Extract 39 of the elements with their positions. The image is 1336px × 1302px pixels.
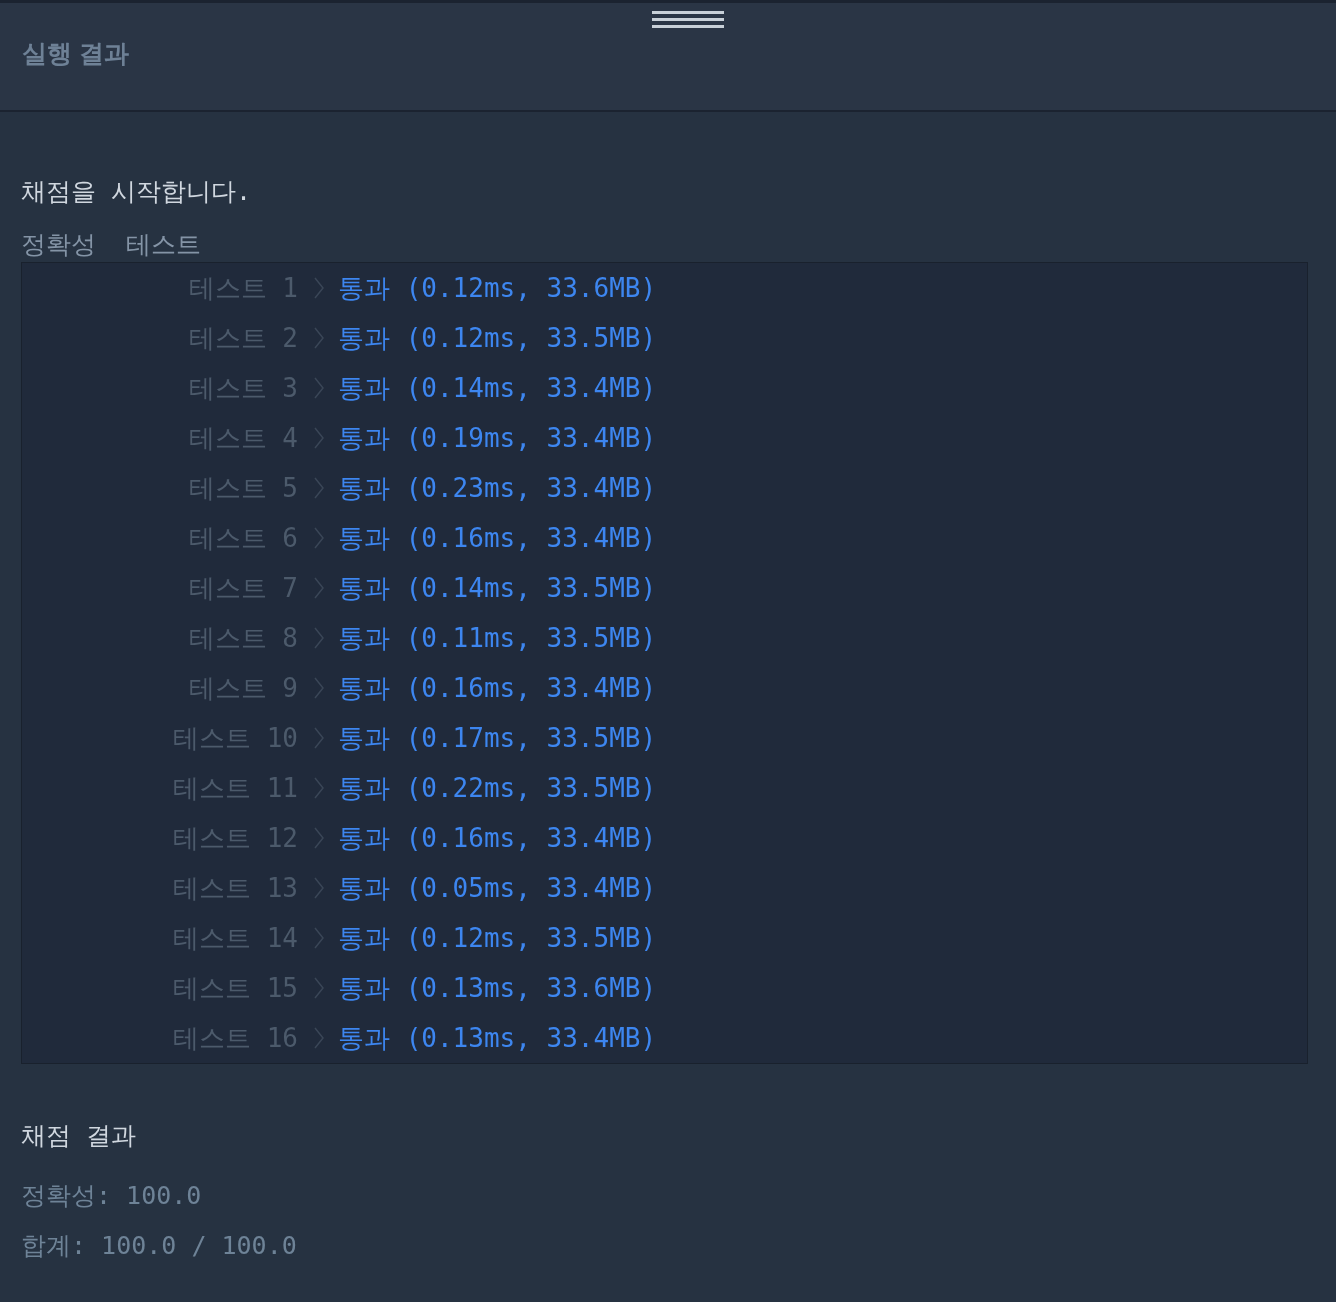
chevron-icon [314, 327, 324, 349]
test-result: 통과 (0.17ms, 33.5MB) [338, 721, 657, 755]
test-result: 통과 (0.12ms, 33.5MB) [338, 321, 657, 355]
test-result: 통과 (0.16ms, 33.4MB) [338, 821, 657, 855]
score-line: 합계: 100.0 / 100.0 [21, 1230, 298, 1262]
summary-heading: 채점 결과 [21, 1120, 138, 1152]
test-result: 통과 (0.05ms, 33.4MB) [338, 871, 657, 905]
panel-title: 실행 결과 [22, 38, 129, 69]
chevron-icon [314, 727, 324, 749]
test-result: 통과 (0.19ms, 33.4MB) [338, 421, 657, 455]
test-result: 통과 (0.11ms, 33.5MB) [338, 621, 657, 655]
test-result: 통과 (0.16ms, 33.4MB) [338, 671, 657, 705]
test-result: 통과 (0.22ms, 33.5MB) [338, 771, 657, 805]
status-message: 채점을 시작합니다. [21, 176, 253, 208]
test-result: 통과 (0.23ms, 33.4MB) [338, 471, 657, 505]
chevron-icon [314, 877, 324, 899]
score-line: 정확성: 100.0 [21, 1180, 203, 1212]
test-result: 통과 (0.12ms, 33.5MB) [338, 921, 657, 955]
chevron-icon [314, 277, 324, 299]
drag-handle-icon[interactable] [652, 9, 724, 29]
chevron-icon [314, 927, 324, 949]
chevron-icon [314, 627, 324, 649]
chevron-icon [314, 777, 324, 799]
chevron-icon [314, 827, 324, 849]
chevron-icon [314, 1027, 324, 1049]
test-result: 통과 (0.16ms, 33.4MB) [338, 521, 657, 555]
chevron-icon [314, 577, 324, 599]
test-result: 통과 (0.14ms, 33.4MB) [338, 371, 657, 405]
chevron-icon [314, 677, 324, 699]
chevron-icon [314, 427, 324, 449]
test-result: 통과 (0.12ms, 33.6MB) [338, 271, 657, 305]
section-heading: 정확성 테스트 [21, 229, 203, 261]
chevron-icon [314, 377, 324, 399]
chevron-icon [314, 527, 324, 549]
test-result: 통과 (0.13ms, 33.6MB) [338, 971, 657, 1005]
test-result: 통과 (0.13ms, 33.4MB) [338, 1021, 657, 1055]
chevron-icon [314, 477, 324, 499]
chevron-icon [314, 977, 324, 999]
test-result: 통과 (0.14ms, 33.5MB) [338, 571, 657, 605]
